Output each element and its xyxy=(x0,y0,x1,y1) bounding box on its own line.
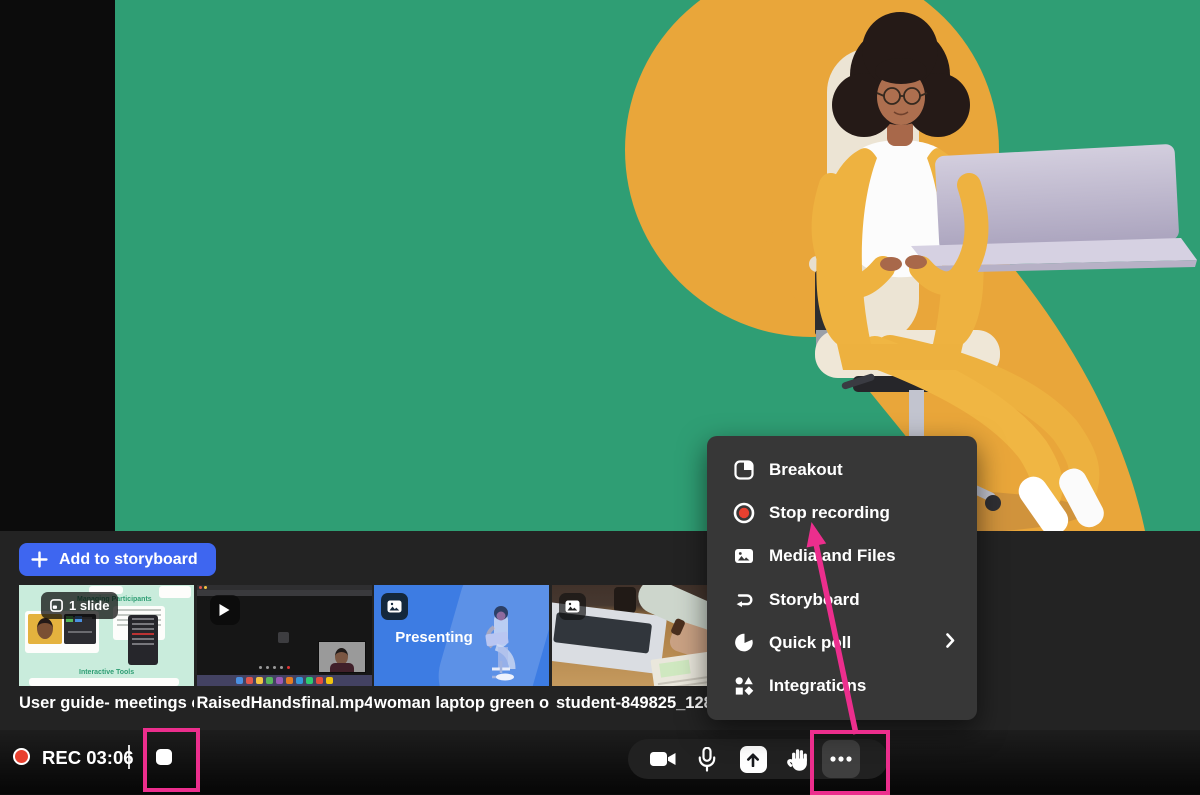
thumbnail-caption: User guide- meetings c… xyxy=(19,694,194,713)
slide-heading-2: Interactive Tools xyxy=(79,669,134,676)
image-badge xyxy=(559,593,586,620)
play-badge xyxy=(210,595,240,625)
breakout-icon xyxy=(733,460,755,480)
media-icon xyxy=(733,547,755,565)
poll-icon xyxy=(733,632,755,653)
upload-arrow-icon xyxy=(746,752,760,767)
menu-item-storyboard[interactable]: Storyboard xyxy=(707,578,977,621)
slide-count-badge: 1 slide xyxy=(41,592,118,619)
add-to-storyboard-label: Add to storyboard xyxy=(59,551,198,569)
record-icon xyxy=(733,502,755,524)
thumbnail-video[interactable] xyxy=(197,585,372,686)
recording-timer: REC 03:06 xyxy=(42,747,134,769)
slides-icon xyxy=(50,599,63,612)
webcam-preview xyxy=(318,641,366,673)
thumbnail-photo[interactable] xyxy=(552,585,727,686)
image-icon xyxy=(565,600,580,613)
menu-item-stop-recording[interactable]: Stop recording xyxy=(707,491,977,534)
plus-icon xyxy=(31,551,48,568)
chevron-right-icon xyxy=(946,633,955,653)
storyboard-panel: Add to storyboard Managing Participants … xyxy=(0,531,1200,730)
camera-button[interactable] xyxy=(643,739,683,779)
image-badge xyxy=(381,593,408,620)
menu-item-breakout[interactable]: Breakout xyxy=(707,448,977,491)
thumbnail-caption: woman laptop green o… xyxy=(374,694,549,713)
thumbnail-slides[interactable]: Managing Participants Interactive Tools xyxy=(19,585,194,686)
image-icon xyxy=(387,600,402,613)
control-bar xyxy=(0,730,1200,794)
presenting-overlay-label: Presenting xyxy=(374,629,494,646)
divider xyxy=(128,745,130,769)
microphone-button[interactable] xyxy=(687,739,727,779)
more-dots-icon xyxy=(830,756,852,762)
thumbnail-caption: RaisedHandsfinal.mp4 xyxy=(197,694,372,713)
presenter-illustration xyxy=(115,0,1200,531)
stop-recording-button[interactable] xyxy=(156,749,172,765)
camera-icon xyxy=(650,750,676,768)
thumbnail-caption: student-849825_1280 xyxy=(552,694,727,713)
storyboard-icon xyxy=(733,590,755,610)
slide-box xyxy=(159,586,191,598)
recording-indicator-dot xyxy=(13,748,30,765)
more-options-button[interactable] xyxy=(822,740,860,778)
menu-item-integrations[interactable]: Integrations xyxy=(707,664,977,707)
dock-strip xyxy=(197,675,372,686)
slide-box xyxy=(29,678,179,686)
integrations-icon xyxy=(733,676,755,696)
add-to-storyboard-button[interactable]: Add to storyboard xyxy=(19,543,216,576)
more-options-menu: Breakout Stop recording Media and Files xyxy=(707,436,977,720)
microphone-icon xyxy=(698,747,716,772)
menu-item-media-and-files[interactable]: Media and Files xyxy=(707,535,977,578)
share-upload-button[interactable] xyxy=(733,739,773,779)
play-icon xyxy=(219,603,230,617)
stage-canvas xyxy=(0,0,1200,531)
menu-item-quick-poll[interactable]: Quick poll xyxy=(707,621,977,664)
slide-sidebar xyxy=(128,615,158,665)
toolbar-pill xyxy=(628,739,888,779)
raise-hand-icon xyxy=(787,747,811,772)
thumbnail-presenting[interactable]: Presenting xyxy=(374,585,549,686)
raise-hand-button[interactable] xyxy=(779,739,819,779)
